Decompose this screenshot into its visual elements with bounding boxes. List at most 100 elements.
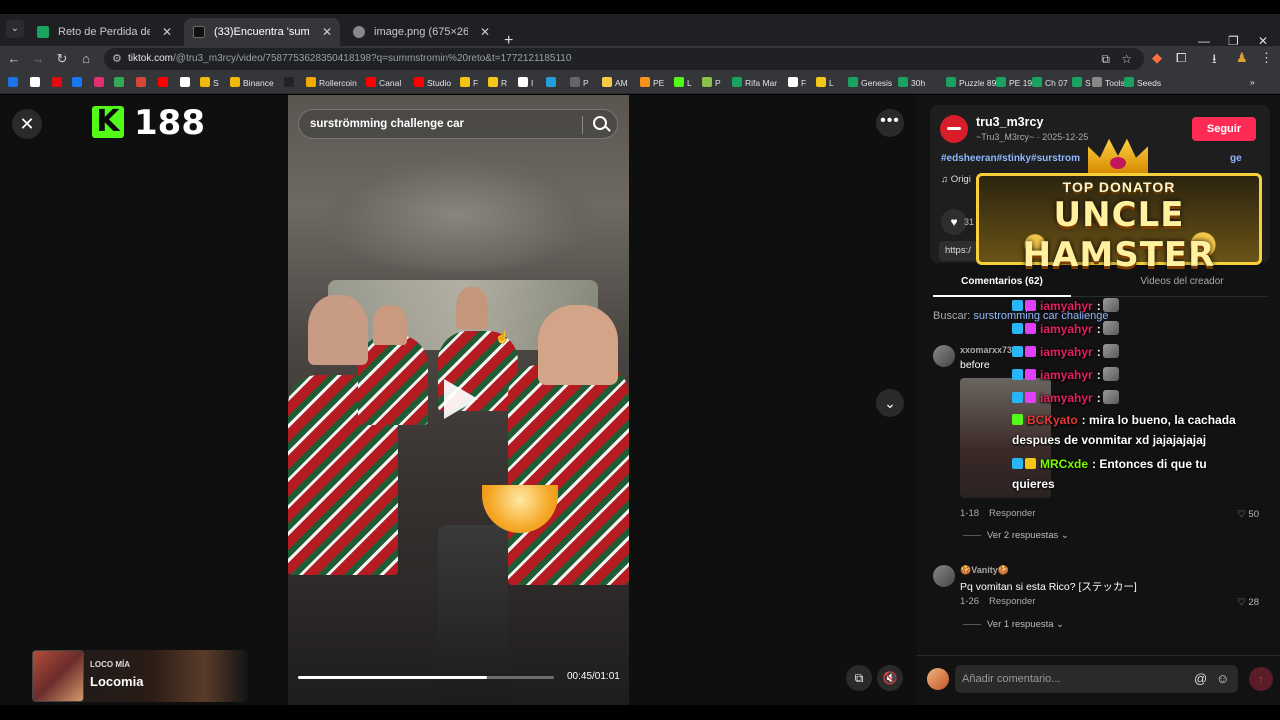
bookmark-item[interactable]: AM [602, 77, 628, 88]
extension-fox-icon[interactable]: ◆ [1152, 50, 1162, 66]
tab-creator-videos[interactable]: Videos del creador [1113, 276, 1251, 287]
home-icon[interactable]: ⌂ [78, 51, 94, 66]
comment-avatar[interactable] [933, 565, 955, 587]
bookmark-item[interactable] [546, 77, 559, 88]
profile-icon[interactable]: ♟ [1236, 50, 1248, 66]
forward-icon[interactable]: → [30, 51, 46, 66]
browser-tab-3[interactable]: image.png (675×264) ✕ [344, 18, 498, 46]
bookmark-favicon-icon [570, 77, 580, 87]
play-icon[interactable] [444, 379, 478, 419]
video-player[interactable]: surströmming challenge car ☝ 00:45/01:01 [288, 95, 629, 705]
bookmark-item[interactable]: Seeds [1124, 77, 1161, 88]
bookmark-item[interactable] [52, 77, 65, 88]
view-replies-button[interactable]: Ver 2 respuestas ⌄ [963, 530, 1069, 541]
bookmark-item[interactable]: Studio [414, 77, 451, 88]
chat-message-continuation: quieres [1012, 477, 1055, 491]
install-app-icon[interactable]: ⧉ [1101, 52, 1110, 67]
bookmark-item[interactable]: L [674, 77, 692, 88]
bookmark-item[interactable]: Ch 07 [1032, 77, 1068, 88]
view-replies-button[interactable]: Ver 1 respuesta ⌄ [963, 619, 1064, 630]
bookmark-item[interactable]: S [200, 77, 219, 88]
reload-icon[interactable]: ↻ [54, 51, 70, 67]
chat-message: iamyahyr: [1012, 298, 1119, 313]
mute-button[interactable]: 🔇 [877, 665, 903, 691]
video-progress-bar[interactable] [298, 676, 554, 679]
bookmark-item[interactable] [180, 77, 193, 88]
bookmark-item[interactable] [72, 77, 85, 88]
picture-in-picture-button[interactable]: ⧉ [846, 665, 872, 691]
bookmark-item[interactable]: Binance [230, 77, 274, 88]
comment-username[interactable]: xxomarxx73 [960, 345, 1012, 355]
reply-button[interactable]: Responder [989, 508, 1035, 519]
video-search-box[interactable]: surströmming challenge car [298, 109, 618, 139]
tab-comments[interactable]: Comentarios (62) [933, 276, 1071, 287]
comment-input-bar: Añadir comentario... @ ☺ ↑ [917, 655, 1280, 705]
close-video-button[interactable]: ✕ [12, 109, 42, 139]
more-options-button[interactable]: ••• [876, 109, 904, 137]
bookmark-item[interactable]: PE 198 [996, 77, 1037, 88]
bookmark-item[interactable]: Genesis [848, 77, 892, 88]
bookmark-item[interactable]: S [1072, 77, 1091, 88]
creator-username[interactable]: tru3_m3rcy [976, 115, 1043, 129]
bookmark-item[interactable] [30, 77, 43, 88]
menu-icon[interactable]: ⋮ [1260, 50, 1273, 66]
search-icon[interactable] [593, 116, 607, 130]
browser-tab-1[interactable]: Reto de Perdida de Peso - El Mu ✕ [28, 18, 180, 46]
bookmarks-overflow-icon[interactable]: » [1250, 77, 1255, 87]
bookmark-favicon-icon [640, 77, 650, 87]
site-info-icon[interactable]: ⚙ [112, 52, 122, 65]
tab-title: image.png (675×264) [374, 26, 468, 38]
bookmark-item[interactable] [94, 77, 107, 88]
chat-message-continuation: despues de vonmitar xd jajajajajaj [1012, 433, 1206, 447]
comment-like[interactable]: ♡ 50 [1237, 509, 1259, 520]
close-tab-icon[interactable]: ✕ [480, 18, 490, 46]
chat-message: iamyahyr: [1012, 390, 1119, 405]
copy-link-field[interactable]: https:/ [939, 241, 979, 261]
send-comment-button[interactable]: ↑ [1249, 667, 1273, 691]
bookmark-item[interactable]: Puzzle 89 [946, 77, 996, 88]
viewer-count: 188 [134, 103, 205, 143]
bookmark-item[interactable] [158, 77, 171, 88]
bookmark-item[interactable] [136, 77, 149, 88]
comment-like[interactable]: ♡ 28 [1237, 597, 1259, 608]
bookmark-item[interactable]: I [518, 77, 533, 88]
creator-avatar[interactable] [940, 115, 968, 143]
bookmark-item[interactable] [8, 77, 21, 88]
close-tab-icon[interactable]: ✕ [162, 18, 172, 46]
bookmark-item[interactable]: P [702, 77, 721, 88]
reply-button[interactable]: Responder [989, 596, 1035, 607]
bookmark-item[interactable] [284, 77, 297, 88]
bookmark-item[interactable]: Canal [366, 77, 401, 88]
address-bar[interactable]: ⚙ tiktok.com/@tru3_m3rcy/video/758775362… [104, 48, 1144, 70]
chat-text: despues de vonmitar xd jajajajajaj [1012, 433, 1207, 447]
bookmark-item[interactable]: L [816, 77, 834, 88]
bookmark-item[interactable] [114, 77, 127, 88]
bookmark-item[interactable]: F [460, 77, 478, 88]
bookmark-item[interactable]: Tools [1092, 77, 1125, 88]
bookmark-star-icon[interactable]: ☆ [1121, 52, 1132, 66]
tab-search-button[interactable]: ⌄ [6, 20, 24, 38]
bookmark-item[interactable]: PE [640, 77, 664, 88]
bookmark-item[interactable]: P [570, 77, 589, 88]
comment-text: before [960, 359, 990, 371]
bookmark-favicon-icon [996, 77, 1006, 87]
comment-avatar[interactable] [933, 345, 955, 367]
extensions-icon[interactable]: ⧠ [1176, 50, 1186, 66]
bookmark-favicon-icon [284, 77, 294, 87]
video-frame-ceiling [318, 155, 598, 275]
bookmark-item[interactable]: Rifa Mar [732, 77, 777, 88]
bookmark-item[interactable]: 30h [898, 77, 925, 88]
next-video-button[interactable]: ⌄ [876, 389, 904, 417]
bookmark-item[interactable]: F [788, 77, 806, 88]
bookmark-favicon-icon [180, 77, 190, 87]
video-search-query[interactable]: surströmming challenge car [310, 118, 464, 130]
close-tab-icon[interactable]: ✕ [322, 18, 332, 46]
comment-username[interactable]: 🍪Vanity🍪 [960, 565, 1009, 576]
back-icon[interactable]: ← [6, 51, 22, 66]
bookmark-item[interactable]: Rollercoin [306, 77, 357, 88]
original-sound[interactable]: ♫ Origi [941, 174, 971, 185]
url-text[interactable]: tiktok.com/@tru3_m3rcy/video/75877536283… [128, 53, 571, 64]
browser-tab-2[interactable]: (33)Encuentra 'summstromin re ✕ [184, 18, 340, 46]
bookmark-item[interactable]: R [488, 77, 507, 88]
download-icon[interactable]: ⭳ [1212, 50, 1217, 72]
